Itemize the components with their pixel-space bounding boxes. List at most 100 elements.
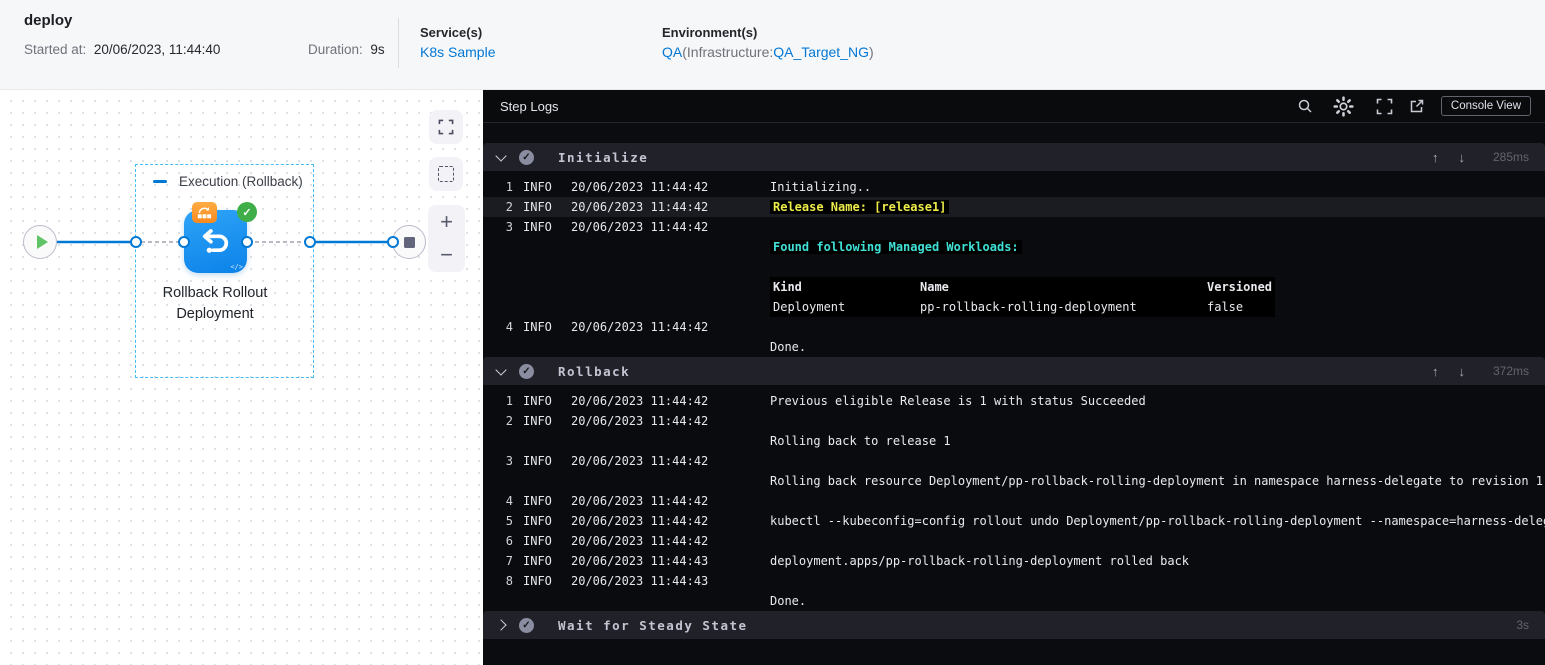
line-number: 4	[505, 494, 513, 508]
log-row: 4 INFO 20/06/2023 11:44:42	[483, 317, 1545, 337]
chevron-down-icon[interactable]	[495, 150, 507, 162]
log-row: 1 INFO 20/06/2023 11:44:42 Previous eligibl…	[483, 391, 1545, 411]
chevron-right-icon[interactable]	[495, 619, 507, 631]
line-number	[499, 297, 513, 317]
environments-label: Environment(s)	[662, 25, 758, 40]
log-timestamp	[571, 471, 760, 491]
log-section-header[interactable]: ✓ Wait for Steady State 3s	[483, 611, 1545, 639]
log-timestamp	[571, 237, 760, 257]
log-timestamp: 20/06/2023 11:44:42	[571, 454, 709, 468]
section-log-rows: 1 INFO 20/06/2023 11:44:42 Previous eligibl…	[483, 385, 1545, 611]
zoom-in-button[interactable]: +	[440, 210, 453, 233]
log-row: 2 INFO 20/06/2023 11:44:42 Release Name: [r…	[483, 197, 1545, 217]
scroll-to-bottom-button[interactable]: ↓	[1459, 364, 1466, 379]
section-duration: 285ms	[1492, 150, 1529, 164]
workload-table-cell: Deployment	[773, 300, 846, 314]
log-timestamp: 20/06/2023 11:44:43	[571, 574, 709, 588]
workload-table-cell: Versioned	[1207, 280, 1273, 294]
console-header: Step Logs Console View	[483, 90, 1545, 123]
expand-logs-button[interactable]	[1376, 98, 1393, 115]
code-icon: </>	[230, 263, 243, 271]
log-section-header[interactable]: ✓ Initialize ↑ ↓ 285ms	[483, 143, 1545, 171]
log-message: Initializing..	[770, 180, 872, 194]
line-number: 6	[505, 534, 513, 548]
chevron-down-icon[interactable]	[495, 364, 507, 376]
open-in-new-icon	[1410, 99, 1424, 113]
line-number	[499, 257, 513, 277]
canvas-fullscreen-button[interactable]	[429, 110, 463, 144]
log-row: 6 INFO 20/06/2023 11:44:42	[483, 531, 1545, 551]
log-message: Rolling back to release 1	[770, 434, 951, 448]
log-message: Kind Name Versioned	[770, 277, 1545, 297]
success-check-icon: ✓	[237, 202, 257, 222]
log-timestamp	[571, 257, 760, 277]
started-value: 20/06/2023, 11:44:40	[93, 42, 221, 57]
log-message	[770, 217, 1545, 237]
workload-table-cell: false	[1207, 300, 1244, 314]
search-button[interactable]	[1297, 98, 1313, 114]
fullscreen-icon	[438, 119, 454, 135]
pipeline-canvas[interactable]: Execution (Rollback) ✓ </> Rollback Roll…	[0, 90, 483, 665]
log-message	[770, 257, 1545, 277]
zoom-out-button[interactable]: −	[440, 244, 453, 266]
line-number: 3	[505, 220, 513, 234]
step-success-icon: ✓	[519, 149, 534, 165]
play-icon	[36, 235, 48, 249]
log-level	[523, 277, 561, 297]
collapse-minus-icon[interactable]	[153, 180, 167, 183]
log-row: Done.	[483, 337, 1545, 357]
canvas-zoom-controls: + −	[428, 205, 465, 272]
environment-link[interactable]: QA	[662, 44, 682, 60]
execution-group-label[interactable]: Execution (Rollback)	[179, 174, 303, 189]
settings-button[interactable]	[1333, 95, 1354, 117]
log-row: Rolling back to release 1	[483, 431, 1545, 451]
rollback-step-node[interactable]: ✓ </>	[184, 202, 257, 273]
rollback-arrow-icon	[202, 229, 229, 253]
log-row: 2 INFO 20/06/2023 11:44:42	[483, 411, 1545, 431]
log-row: 1 INFO 20/06/2023 11:44:42 Initializing..	[483, 177, 1545, 197]
line-number: 2	[505, 200, 513, 214]
log-message	[770, 571, 1545, 591]
line-number	[499, 471, 513, 491]
stop-icon	[403, 236, 415, 248]
step-title[interactable]: Rollback Rollout Deployment	[125, 283, 305, 325]
log-message: Done.	[770, 340, 807, 354]
log-row: 7 INFO 20/06/2023 11:44:43 deployment.apps/…	[483, 551, 1545, 571]
infrastructure-link[interactable]: QA_Target_NG	[773, 44, 869, 60]
line-number: 5	[505, 514, 513, 528]
log-message: Previous eligible Release is 1 with stat…	[770, 394, 1146, 408]
log-level: INFO	[523, 494, 552, 508]
execution-header: deploy Started at: 20/06/2023, 11:44:40 …	[0, 0, 1545, 90]
line-number	[499, 337, 513, 357]
log-level: INFO	[523, 534, 552, 548]
duration: Duration: 9s	[308, 42, 385, 57]
log-message	[770, 451, 1545, 471]
scroll-to-top-button[interactable]: ↑	[1432, 364, 1439, 379]
log-message: Release Name: [release1]	[770, 197, 1545, 217]
line-number	[499, 591, 513, 611]
log-level: INFO	[523, 394, 552, 408]
service-link[interactable]: K8s Sample	[420, 44, 495, 60]
scroll-to-top-button[interactable]: ↑	[1432, 150, 1439, 165]
step-success-icon: ✓	[519, 363, 534, 379]
log-timestamp	[571, 431, 760, 451]
line-number: 4	[505, 320, 513, 334]
log-level: INFO	[523, 414, 552, 428]
highlighted-log-text: Release Name: [release1]	[770, 200, 950, 214]
open-in-new-button[interactable]	[1409, 98, 1425, 114]
log-row: Rolling back resource Deployment/pp-roll…	[483, 471, 1545, 491]
log-level	[523, 337, 561, 357]
log-row: Kind Name Versioned	[483, 277, 1545, 297]
canvas-select-button[interactable]	[429, 157, 463, 191]
console-view-button[interactable]: Console View	[1440, 96, 1531, 116]
line-number: 7	[505, 554, 513, 568]
log-level: INFO	[523, 180, 552, 194]
log-section-header[interactable]: ✓ Rollback ↑ ↓ 372ms	[483, 357, 1545, 385]
log-row: 3 INFO 20/06/2023 11:44:42	[483, 451, 1545, 471]
environments-value: QA(Infrastructure:QA_Target_NG)	[662, 44, 874, 60]
scroll-to-bottom-button[interactable]: ↓	[1459, 150, 1466, 165]
workload-table-header: Kind Name Versioned	[770, 277, 1275, 297]
log-level	[523, 431, 561, 451]
log-timestamp: 20/06/2023 11:44:42	[571, 220, 709, 234]
console-title: Step Logs	[500, 98, 559, 114]
